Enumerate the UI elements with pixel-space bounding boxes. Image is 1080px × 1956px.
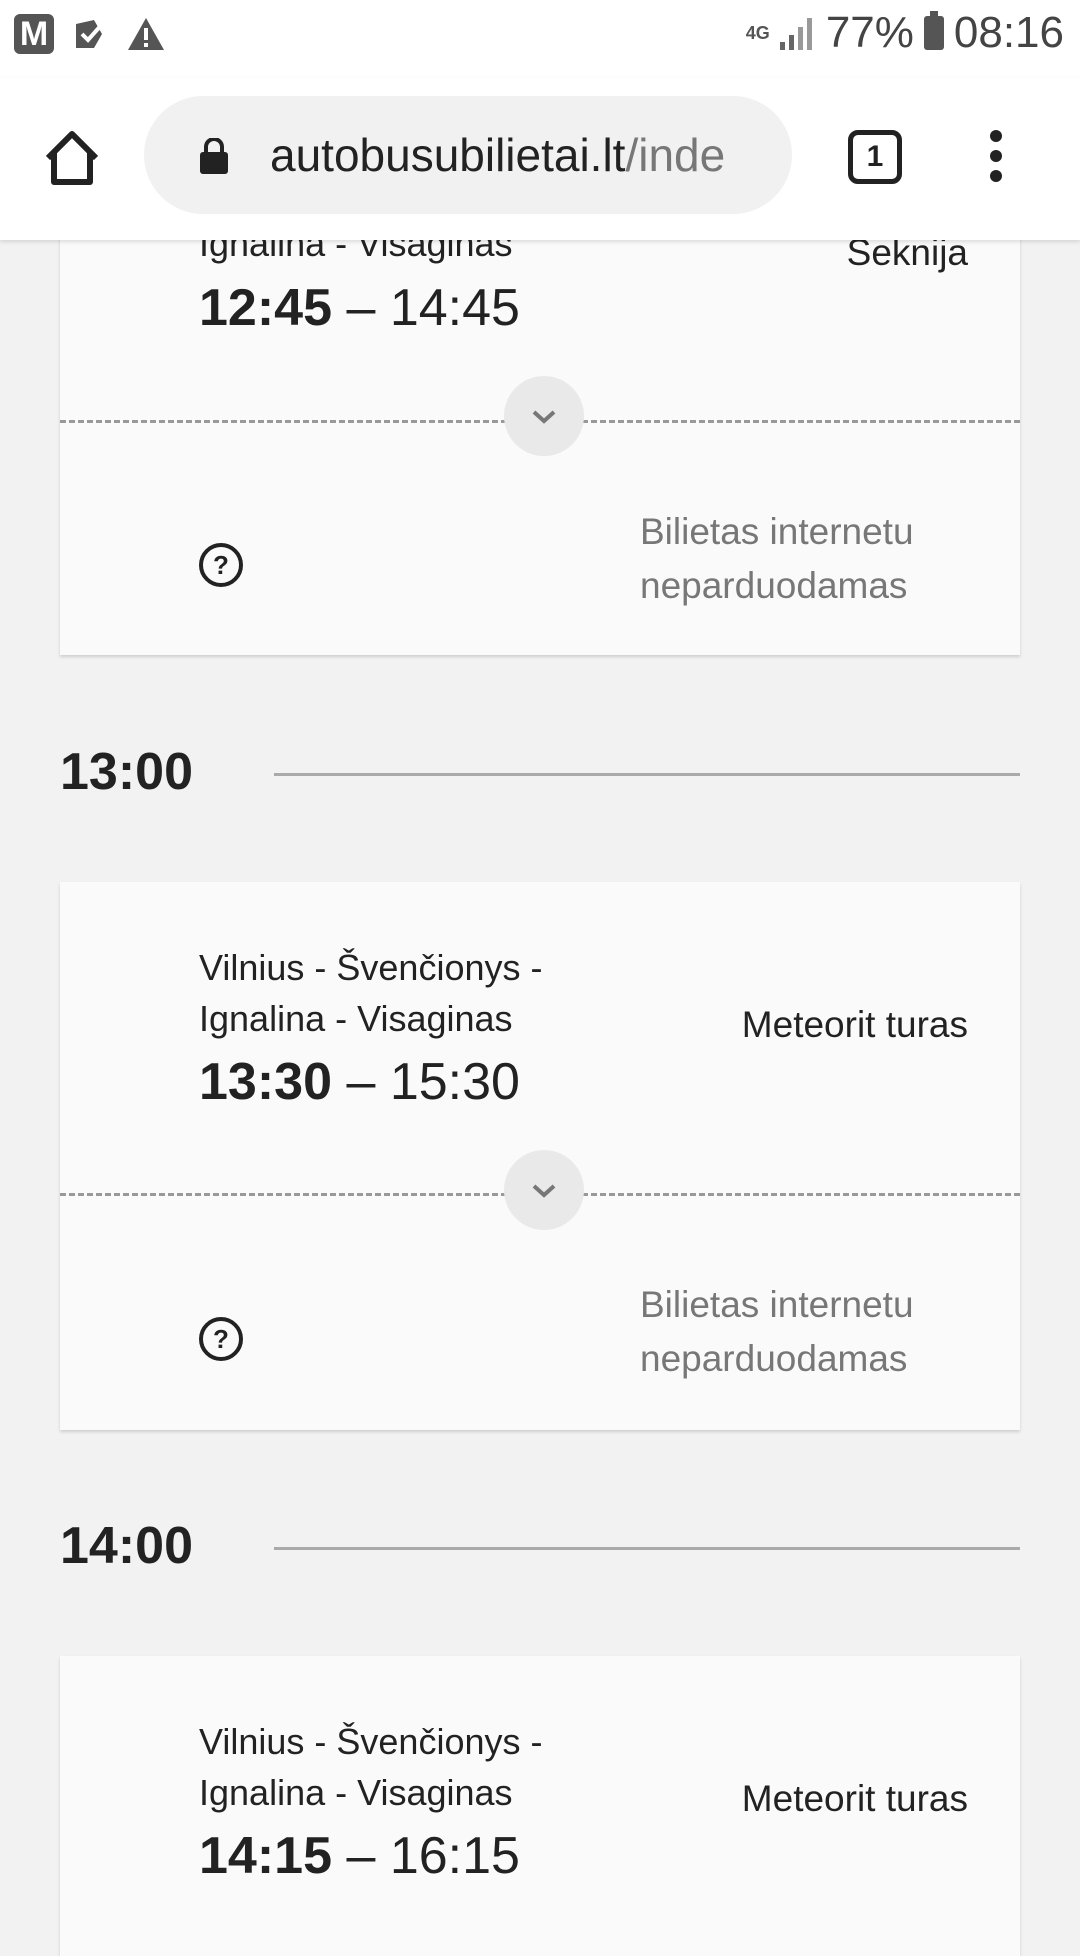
status-bar: M 4G 77% 08:16 [0, 0, 1080, 78]
tab-switcher-button[interactable]: 1 [848, 130, 902, 184]
arrival-time: 14:45 [389, 279, 520, 337]
question-circle-icon[interactable]: ? [198, 542, 244, 588]
more-vert-icon[interactable] [986, 130, 1006, 190]
browser-toolbar: autobusubilietai.lt/inde 1 [0, 78, 1080, 240]
expand-button[interactable] [504, 376, 584, 456]
arrival-time: 15:30 [389, 1053, 520, 1111]
trip-route: Vilnius - Švenčionys - Ignalina - Visagi… [199, 947, 543, 1039]
trip-card[interactable]: Vilnius - Švenčionys - Ignalina - Visagi… [60, 882, 1020, 1430]
network-type-icon: 4G [745, 23, 770, 43]
ticket-status: Bilietas internetu neparduodamas [640, 1284, 914, 1379]
hour-label: 14:00 [60, 1517, 193, 1575]
trip-card[interactable]: Vilnius - Švenčionys - Ignalina - Visagi… [60, 1656, 1020, 1956]
time-separator: – [346, 1827, 376, 1885]
hour-divider [274, 773, 1020, 776]
trip-route: Vilnius - Švenčionys - Ignalina - Visagi… [199, 1721, 543, 1813]
hour-divider [274, 1547, 1020, 1550]
trip-operator: Meteorit turas [741, 1778, 968, 1819]
time-separator: – [346, 1053, 376, 1111]
gmail-notification-icon: M [14, 14, 54, 54]
trip-times: 12:45 – 14:45 [199, 278, 520, 338]
trip-times: 13:30 – 15:30 [199, 1052, 520, 1112]
home-icon[interactable] [40, 126, 104, 190]
question-circle-icon[interactable]: ? [198, 1316, 244, 1362]
signal-icon [779, 18, 812, 50]
svg-text:?: ? [213, 550, 229, 580]
url-path: /inde [625, 129, 726, 181]
address-bar[interactable]: autobusubilietai.lt/inde [144, 96, 792, 214]
arrival-time: 16:15 [389, 1827, 520, 1885]
battery-icon [923, 11, 944, 50]
chevron-down-icon [532, 410, 556, 424]
battery-percent: 77% [825, 8, 914, 57]
hour-label: 13:00 [60, 743, 193, 801]
departure-time: 13:30 [199, 1053, 332, 1111]
departure-time: 14:15 [199, 1827, 332, 1885]
chevron-down-icon [532, 1184, 556, 1198]
trip-card[interactable]: Ignalina - Visaginas Seknija 12:45 – 14:… [60, 180, 1020, 655]
departure-time: 12:45 [199, 279, 332, 337]
svg-text:?: ? [213, 1324, 229, 1354]
clock: 08:16 [953, 8, 1064, 57]
url-domain: autobusubilietai.lt [270, 129, 626, 181]
task-notification-icon [76, 20, 106, 48]
ticket-status: Bilietas internetu neparduodamas [640, 511, 914, 606]
trip-operator: Meteorit turas [741, 1004, 968, 1045]
lock-icon [200, 138, 228, 174]
expand-button[interactable] [504, 1150, 584, 1230]
url-text[interactable]: autobusubilietai.lt/inde [270, 126, 770, 184]
warning-icon [128, 18, 164, 50]
time-separator: – [346, 279, 376, 337]
trip-times: 14:15 – 16:15 [199, 1826, 520, 1886]
